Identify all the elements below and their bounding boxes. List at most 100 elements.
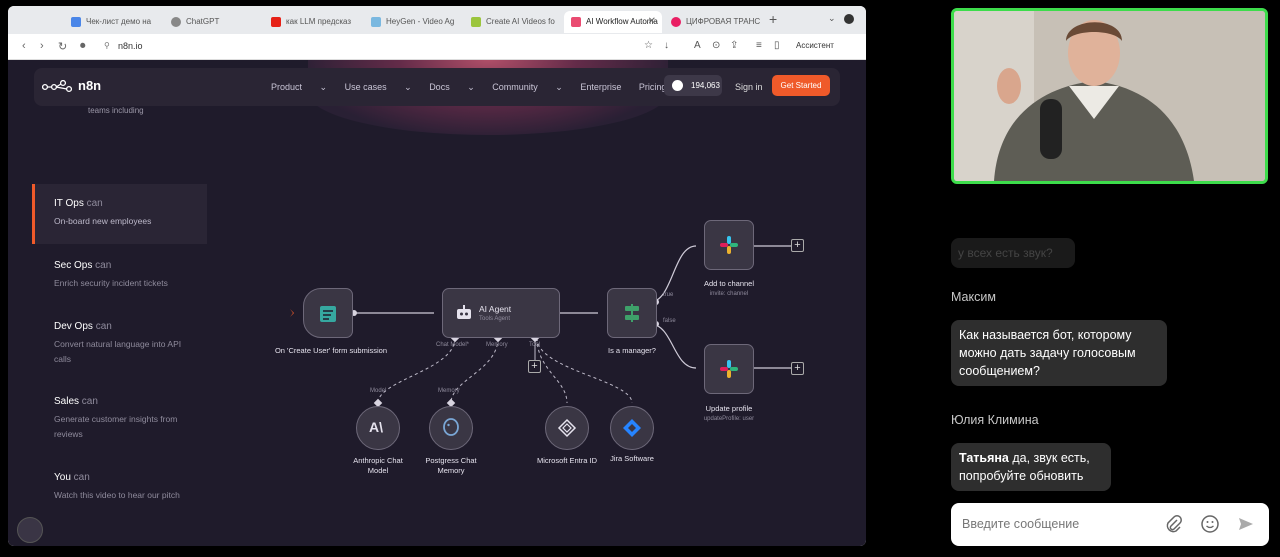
switch-label: Is a manager? [608, 346, 656, 355]
close-tab-icon[interactable]: ✕ [648, 11, 656, 33]
teams-text: teams including [88, 106, 144, 115]
chat-input-placeholder: Введите сообщение [962, 517, 1080, 531]
send-icon[interactable] [1237, 515, 1255, 533]
site-info-icon[interactable]: ⚲ [104, 41, 110, 50]
site-logo[interactable]: n8n [78, 78, 101, 93]
model-tag: Model [370, 388, 387, 394]
switch-node[interactable] [607, 288, 657, 338]
postgres-label: Postgress Chat Memory [425, 456, 477, 475]
address-bar[interactable]: n8n.io [118, 41, 143, 51]
message-author: Юлия Климина [951, 413, 1039, 427]
tab-youtube[interactable]: как LLM предсказ [264, 11, 362, 33]
chevron-down-icon[interactable]: ⌄ [828, 13, 836, 24]
youtube-icon [271, 17, 281, 27]
chatgpt-icon [171, 17, 181, 27]
slack-add-channel-sub: invite: channel [709, 291, 749, 297]
tab-checklist[interactable]: Чек-лист демо на [64, 11, 162, 33]
ai-agent-node[interactable]: AI Agent Tools Agent [442, 288, 560, 338]
chat-panel: у всех есть звук? Максим Как называется … [940, 190, 1280, 557]
entra-icon [557, 418, 577, 438]
nav-product[interactable]: Product ⌄ [271, 82, 327, 92]
slack-add-channel-node[interactable] [704, 220, 754, 270]
share-icon[interactable]: ⇪ [730, 40, 738, 51]
sign-in-link[interactable]: Sign in [735, 82, 763, 92]
video-feed [951, 8, 1268, 184]
download-icon[interactable]: ↓ [664, 40, 669, 51]
cookie-settings-button[interactable] [17, 517, 43, 543]
trigger-label: On 'Create User' form submission [274, 346, 388, 355]
menu-icon[interactable]: ≡ [756, 40, 762, 51]
github-stars-button[interactable]: 194,063 [664, 75, 722, 96]
anthropic-icon: A\ [369, 419, 383, 435]
speaker-video [954, 11, 1265, 181]
new-tab-button[interactable]: + [769, 11, 777, 27]
postgres-node[interactable] [429, 406, 473, 450]
switch-icon [625, 304, 639, 322]
tab-bar: Чек-лист демо на ChatGPT как LLM предска… [8, 6, 866, 34]
nav-links: Product ⌄ Use cases ⌄ Docs ⌄ Community ⌄… [271, 82, 681, 93]
slack-add-channel-label: Add to channel [703, 279, 755, 288]
port-tool: Tool [529, 342, 541, 348]
port-chat-model: Chat Model* [436, 342, 470, 348]
jira-node[interactable] [610, 406, 654, 450]
doc-icon [71, 17, 81, 27]
anthropic-node[interactable]: A\ [356, 406, 400, 450]
browser-window: Чек-лист демо на ChatGPT как LLM предска… [8, 6, 866, 546]
translate-icon[interactable]: A [694, 40, 701, 51]
screen: Чек-лист демо на ChatGPT как LLM предска… [0, 0, 1280, 557]
nav-community[interactable]: Community ⌄ [492, 82, 563, 92]
true-branch-label: true [663, 292, 674, 298]
message-bubble: Татьяна да, звук есть, попробуйте обнови… [951, 443, 1111, 491]
site-navbar: n8n Product ⌄ Use cases ⌄ Docs ⌄ Communi… [34, 68, 840, 106]
chat-input[interactable]: Введите сообщение [951, 503, 1269, 546]
back-icon[interactable]: ‹ [22, 40, 26, 52]
sidebar-item-it-ops[interactable]: IT Ops can On-board new employees [32, 184, 207, 244]
assistant-button[interactable]: Ассистент [796, 41, 834, 50]
get-started-button[interactable]: Get Started [772, 75, 830, 96]
emoji-icon[interactable] [1201, 515, 1219, 533]
port-memory: Memory [486, 342, 508, 348]
entra-node[interactable] [545, 406, 589, 450]
reload-icon[interactable]: ↻ [58, 40, 67, 53]
nav-pricing[interactable]: Pricing [639, 82, 667, 92]
sidebar-icon[interactable]: ▯ [774, 40, 780, 51]
message-bubble: Как называется бот, которому можно дать … [951, 320, 1167, 386]
sidebar-item-you[interactable]: You can Watch this video to hear our pit… [32, 458, 207, 518]
slack-update-profile-label: Update profile [705, 404, 753, 413]
attach-icon[interactable] [1165, 515, 1183, 533]
tab-n8n[interactable]: AI Workflow Automa ✕ [564, 11, 662, 33]
nav-enterprise[interactable]: Enterprise [580, 82, 621, 92]
star-icon[interactable]: ☆ [644, 40, 653, 51]
digital-icon [671, 17, 681, 27]
add-after-slack1-button[interactable]: + [791, 239, 804, 252]
slack-update-profile-node[interactable] [704, 344, 754, 394]
add-tool-button[interactable]: + [528, 360, 541, 373]
robot-icon [457, 305, 471, 319]
tab-chatgpt[interactable]: ChatGPT [164, 11, 262, 33]
faded-message: у всех есть звук? [951, 238, 1075, 268]
forward-icon[interactable]: › [40, 40, 44, 52]
tab-digital[interactable]: ЦИФРОВАЯ ТРАНС [664, 11, 762, 33]
sidebar-item-sales[interactable]: Sales can Generate customer insights fro… [32, 382, 207, 442]
n8n-page: n8n Product ⌄ Use cases ⌄ Docs ⌄ Communi… [8, 60, 866, 546]
sidebar-item-dev-ops[interactable]: Dev Ops can Convert natural language int… [32, 307, 207, 367]
tab-heygen[interactable]: HeyGen - Video Ag [364, 11, 462, 33]
video-icon [471, 17, 481, 27]
sidebar-item-sec-ops[interactable]: Sec Ops can Enrich security incident tic… [32, 246, 207, 306]
add-after-slack2-button[interactable]: + [791, 362, 804, 375]
postgres-icon [443, 418, 459, 436]
form-icon [320, 306, 336, 322]
form-trigger-node[interactable] [303, 288, 353, 338]
jira-label: Jira Software [610, 454, 654, 463]
nav-use-cases[interactable]: Use cases ⌄ [345, 82, 412, 92]
mic-icon[interactable]: ⏺ [80, 40, 86, 53]
memory-tag: Memory [438, 388, 460, 394]
tab-create-ai-videos[interactable]: Create AI Videos fo [464, 11, 562, 33]
anthropic-label: Anthropic Chat Model [353, 456, 403, 475]
heygen-icon [371, 17, 381, 27]
n8n-icon [571, 17, 581, 27]
profile-icon[interactable] [844, 14, 854, 24]
nav-docs[interactable]: Docs ⌄ [429, 82, 475, 92]
extension-icon[interactable]: ⊙ [712, 40, 720, 51]
slack-update-profile-sub: updateProfile: user [703, 416, 755, 422]
